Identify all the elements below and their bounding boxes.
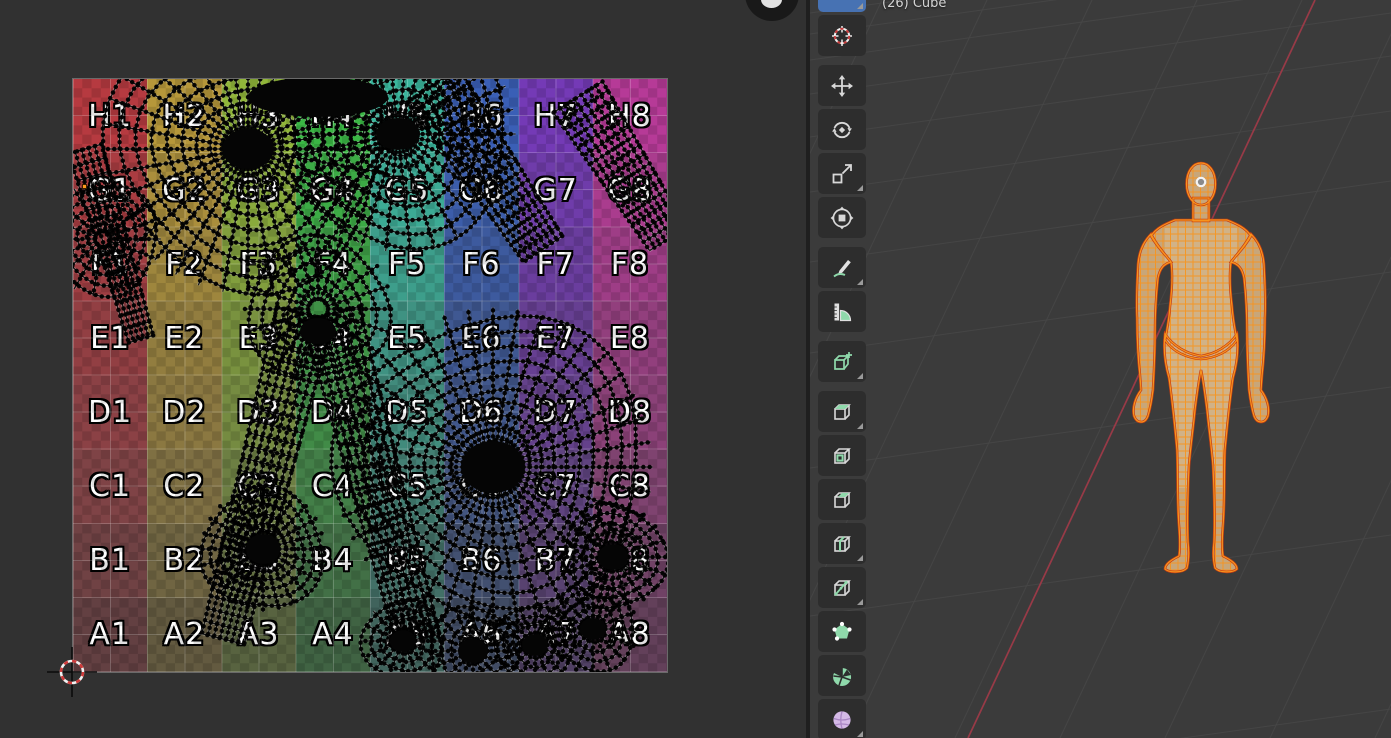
uv-mesh-dense-blob	[522, 634, 548, 656]
floor-grid-line	[810, 272, 1391, 353]
submenu-corner-triangle-icon	[857, 279, 863, 285]
uv-mesh-dense-blob	[598, 544, 628, 570]
uv-mesh-layer-bead	[73, 79, 667, 672]
model-cube-edit-mode[interactable]	[1125, 158, 1277, 578]
tool-add-cube-button[interactable]	[818, 341, 866, 382]
tool-poly-build-button[interactable]	[818, 611, 866, 652]
tool-scale-button[interactable]	[818, 153, 866, 194]
tool-rotate-button[interactable]	[818, 109, 866, 150]
extrude-region-icon	[830, 400, 854, 424]
tool-loop-cut-button[interactable]	[818, 523, 866, 564]
scale-icon	[830, 162, 854, 186]
tool-extrude-region-button[interactable]	[818, 391, 866, 432]
floor-grid-line	[810, 535, 1391, 616]
floor-grid-line	[1375, 0, 1391, 738]
uv-mesh-dense-blob	[300, 318, 336, 344]
blender-window: H1H2H3H4H5H6H7H8G1G2G3G4G5G6G7G8F1F2F3F4…	[0, 0, 1391, 738]
tool-bevel-button[interactable]	[818, 479, 866, 520]
viewport-toolbar	[818, 0, 866, 738]
spin-icon	[830, 664, 854, 688]
floor-grid-line	[810, 111, 1391, 192]
viewport-header-text: (26) Cube	[882, 0, 946, 11]
uv-mesh-dense-blob	[222, 129, 274, 169]
tweak-select-icon	[830, 0, 854, 4]
viewport-floor-grid	[810, 0, 1391, 738]
loop-cut-icon	[830, 532, 854, 556]
floor-grid-line	[1270, 0, 1391, 738]
floor-grid-line	[810, 709, 1391, 738]
floor-grid-line	[810, 181, 1391, 262]
tool-cursor-button[interactable]	[818, 15, 866, 56]
inset-faces-icon	[830, 444, 854, 468]
uv-mesh-dense-blob	[461, 441, 525, 493]
add-cube-icon	[830, 350, 854, 374]
move-icon	[830, 74, 854, 98]
uv-mesh-dense-blob	[580, 618, 606, 640]
uv-grid-image[interactable]: H1H2H3H4H5H6H7H8G1G2G3G4G5G6G7G8F1F2F3F4…	[73, 79, 667, 672]
measure-icon	[830, 300, 854, 324]
submenu-corner-triangle-icon	[857, 423, 863, 429]
uv-editor[interactable]: H1H2H3H4H5H6H7H8G1G2G3G4G5G6G7G8F1F2F3F4…	[0, 0, 806, 738]
poly-build-icon	[830, 620, 854, 644]
model-forehead-marker-icon	[1197, 178, 1205, 186]
annotate-icon	[830, 256, 854, 280]
submenu-corner-triangle-icon	[857, 373, 863, 379]
tool-move-button[interactable]	[818, 65, 866, 106]
uv-selected-vertex[interactable]	[82, 184, 87, 189]
bevel-icon	[830, 488, 854, 512]
uv-mesh-dense-blob	[390, 630, 416, 652]
tool-inset-faces-button[interactable]	[818, 435, 866, 476]
tool-smooth-button[interactable]	[818, 699, 866, 738]
tool-measure-button[interactable]	[818, 291, 866, 332]
submenu-corner-triangle-icon	[857, 599, 863, 605]
uv-mesh-dense-blob	[376, 118, 420, 150]
submenu-corner-triangle-icon	[857, 731, 863, 737]
tool-tweak-select-button[interactable]	[818, 0, 866, 12]
tool-knife-button[interactable]	[818, 567, 866, 608]
tool-transform-button[interactable]	[818, 197, 866, 238]
smooth-icon	[830, 708, 854, 732]
knife-icon	[830, 576, 854, 600]
floor-grid-line	[810, 56, 1391, 137]
viewport-3d[interactable]: (26) Cube	[810, 0, 1391, 738]
uv-2d-cursor-icon[interactable]	[47, 647, 97, 697]
uv-mesh-dense-blob	[458, 639, 488, 663]
cursor-icon	[830, 24, 854, 48]
uv-wireframe-overlay	[73, 79, 667, 672]
rotate-icon	[830, 118, 854, 142]
tool-annotate-button[interactable]	[818, 247, 866, 288]
tool-spin-button[interactable]	[818, 655, 866, 696]
transform-icon	[830, 206, 854, 230]
submenu-corner-triangle-icon	[857, 3, 863, 9]
submenu-corner-triangle-icon	[857, 185, 863, 191]
uv-mesh-dense-blob	[246, 534, 280, 564]
submenu-corner-triangle-icon	[857, 555, 863, 561]
